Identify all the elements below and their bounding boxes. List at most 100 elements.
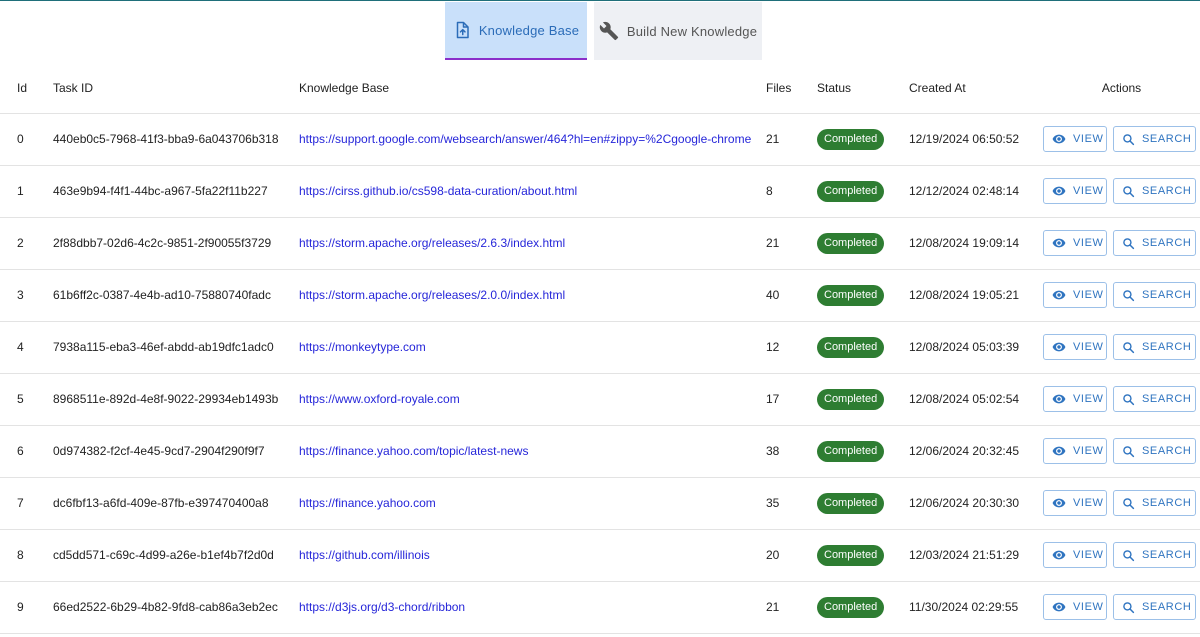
eye-icon bbox=[1052, 392, 1066, 406]
view-button[interactable]: VIEW bbox=[1043, 230, 1107, 256]
actions-group: VIEW SEARCH bbox=[1043, 386, 1200, 412]
search-icon bbox=[1122, 497, 1135, 510]
row-status: Completed bbox=[817, 113, 909, 166]
row-created-at: 12/08/2024 19:09:14 bbox=[909, 217, 1043, 270]
row-actions: VIEW SEARCH bbox=[1043, 425, 1200, 478]
table-row: 1 463e9b94-f4f1-44bc-a967-5fa22f11b227 htt… bbox=[0, 165, 1200, 218]
search-button[interactable]: SEARCH bbox=[1113, 126, 1196, 152]
table-row: 3 61b6ff2c-0387-4e4b-ad10-75880740fadc htt… bbox=[0, 269, 1200, 322]
search-icon bbox=[1122, 601, 1135, 614]
search-icon bbox=[1122, 237, 1135, 250]
search-button-label: SEARCH bbox=[1142, 133, 1192, 145]
row-id: 1 bbox=[0, 165, 53, 218]
view-button[interactable]: VIEW bbox=[1043, 490, 1107, 516]
search-button[interactable]: SEARCH bbox=[1113, 386, 1196, 412]
search-button-label: SEARCH bbox=[1142, 289, 1192, 301]
search-button-label: SEARCH bbox=[1142, 393, 1192, 405]
knowledge-base-link[interactable]: https://www.oxford-royale.com bbox=[299, 392, 460, 406]
table-body: 0 440eb0c5-7968-41f3-bba9-6a043706b318 htt… bbox=[0, 113, 1200, 634]
view-button[interactable]: VIEW bbox=[1043, 282, 1107, 308]
search-button[interactable]: SEARCH bbox=[1113, 230, 1196, 256]
row-id: 3 bbox=[0, 269, 53, 322]
search-icon bbox=[1122, 445, 1135, 458]
header-knowledge-base: Knowledge Base bbox=[299, 63, 766, 114]
table-row: 6 0d974382-f2cf-4e45-9cd7-2904f290f9f7 htt… bbox=[0, 425, 1200, 478]
row-knowledge-base: https://d3js.org/d3-chord/ribbon bbox=[299, 581, 766, 634]
row-actions: VIEW SEARCH bbox=[1043, 477, 1200, 530]
view-button[interactable]: VIEW bbox=[1043, 594, 1107, 620]
row-task-id: dc6fbf13-a6fd-409e-87fb-e397470400a8 bbox=[53, 477, 299, 530]
row-knowledge-base: https://finance.yahoo.com bbox=[299, 477, 766, 530]
wrench-icon bbox=[599, 21, 619, 41]
search-button-label: SEARCH bbox=[1142, 341, 1192, 353]
view-button[interactable]: VIEW bbox=[1043, 386, 1107, 412]
knowledge-base-link[interactable]: https://monkeytype.com bbox=[299, 340, 426, 354]
search-button[interactable]: SEARCH bbox=[1113, 490, 1196, 516]
row-task-id: 61b6ff2c-0387-4e4b-ad10-75880740fadc bbox=[53, 269, 299, 322]
view-button-label: VIEW bbox=[1073, 497, 1104, 509]
search-icon bbox=[1122, 341, 1135, 354]
search-icon bbox=[1122, 133, 1135, 146]
status-badge: Completed bbox=[817, 388, 885, 410]
row-id: 8 bbox=[0, 529, 53, 582]
knowledge-base-link[interactable]: https://github.com/illinois bbox=[299, 548, 430, 562]
search-button[interactable]: SEARCH bbox=[1113, 334, 1196, 360]
search-button[interactable]: SEARCH bbox=[1113, 438, 1196, 464]
search-icon bbox=[1122, 185, 1135, 198]
tab-bar: Knowledge Base Build New Knowledge bbox=[0, 2, 1200, 60]
actions-group: VIEW SEARCH bbox=[1043, 438, 1200, 464]
row-status: Completed bbox=[817, 321, 909, 374]
view-button[interactable]: VIEW bbox=[1043, 126, 1107, 152]
row-knowledge-base: https://support.google.com/websearch/ans… bbox=[299, 113, 766, 166]
actions-group: VIEW SEARCH bbox=[1043, 334, 1200, 360]
row-files: 35 bbox=[766, 477, 817, 530]
search-button[interactable]: SEARCH bbox=[1113, 178, 1196, 204]
view-button-label: VIEW bbox=[1073, 445, 1104, 457]
view-button[interactable]: VIEW bbox=[1043, 542, 1107, 568]
search-button-label: SEARCH bbox=[1142, 185, 1192, 197]
view-button[interactable]: VIEW bbox=[1043, 438, 1107, 464]
row-created-at: 11/30/2024 02:29:55 bbox=[909, 581, 1043, 634]
eye-icon bbox=[1052, 132, 1066, 146]
eye-icon bbox=[1052, 600, 1066, 614]
knowledge-base-link[interactable]: https://storm.apache.org/releases/2.0.0/… bbox=[299, 288, 565, 302]
row-files: 21 bbox=[766, 113, 817, 166]
eye-icon bbox=[1052, 236, 1066, 250]
row-created-at: 12/03/2024 21:51:29 bbox=[909, 529, 1043, 582]
knowledge-base-link[interactable]: https://finance.yahoo.com/topic/latest-n… bbox=[299, 444, 528, 458]
row-id: 7 bbox=[0, 477, 53, 530]
row-task-id: 2f88dbb7-02d6-4c2c-9851-2f90055f3729 bbox=[53, 217, 299, 270]
search-button[interactable]: SEARCH bbox=[1113, 594, 1196, 620]
eye-icon bbox=[1052, 548, 1066, 562]
row-knowledge-base: https://cirss.github.io/cs598-data-curat… bbox=[299, 165, 766, 218]
row-knowledge-base: https://www.oxford-royale.com bbox=[299, 373, 766, 426]
status-badge: Completed bbox=[817, 232, 885, 254]
row-id: 2 bbox=[0, 217, 53, 270]
eye-icon bbox=[1052, 184, 1066, 198]
status-badge: Completed bbox=[817, 440, 885, 462]
header-actions: Actions bbox=[1043, 63, 1200, 114]
knowledge-base-link[interactable]: https://storm.apache.org/releases/2.6.3/… bbox=[299, 236, 565, 250]
row-files: 8 bbox=[766, 165, 817, 218]
tab-knowledge-base[interactable]: Knowledge Base bbox=[445, 2, 587, 60]
knowledge-base-link[interactable]: https://finance.yahoo.com bbox=[299, 496, 436, 510]
view-button[interactable]: VIEW bbox=[1043, 178, 1107, 204]
knowledge-base-link[interactable]: https://cirss.github.io/cs598-data-curat… bbox=[299, 184, 577, 198]
search-button[interactable]: SEARCH bbox=[1113, 282, 1196, 308]
table-row: 5 8968511e-892d-4e8f-9022-29934eb1493b htt… bbox=[0, 373, 1200, 426]
knowledge-base-link[interactable]: https://d3js.org/d3-chord/ribbon bbox=[299, 600, 465, 614]
row-actions: VIEW SEARCH bbox=[1043, 321, 1200, 374]
knowledge-base-link[interactable]: https://support.google.com/websearch/ans… bbox=[299, 132, 751, 146]
row-files: 40 bbox=[766, 269, 817, 322]
search-button[interactable]: SEARCH bbox=[1113, 542, 1196, 568]
view-button[interactable]: VIEW bbox=[1043, 334, 1107, 360]
view-button-label: VIEW bbox=[1073, 289, 1104, 301]
view-button-label: VIEW bbox=[1073, 185, 1104, 197]
row-created-at: 12/06/2024 20:32:45 bbox=[909, 425, 1043, 478]
row-id: 4 bbox=[0, 321, 53, 374]
row-status: Completed bbox=[817, 581, 909, 634]
header-files: Files bbox=[766, 63, 817, 114]
tab-build-new-knowledge[interactable]: Build New Knowledge bbox=[594, 2, 762, 60]
row-task-id: cd5dd571-c69c-4d99-a26e-b1ef4b7f2d0d bbox=[53, 529, 299, 582]
row-created-at: 12/08/2024 19:05:21 bbox=[909, 269, 1043, 322]
